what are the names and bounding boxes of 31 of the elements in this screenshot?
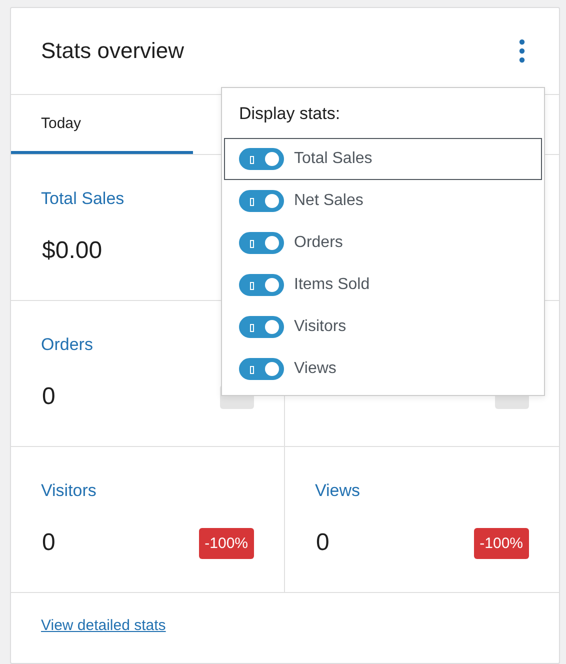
stat-label[interactable]: Visitors: [41, 481, 254, 501]
option-label: Views: [294, 360, 336, 378]
detailed-stats-link[interactable]: View detailed stats: [41, 617, 166, 634]
change-badge: -100%: [198, 528, 254, 558]
toggle-switch[interactable]: [239, 232, 284, 254]
stat-value: 0: [42, 529, 56, 557]
toggle-switch[interactable]: [239, 190, 284, 212]
change-badge: -100%: [474, 528, 529, 558]
card-title: Stats overview: [41, 38, 184, 64]
option-label: Items Sold: [294, 276, 370, 294]
toggle-switch[interactable]: [239, 148, 284, 170]
menu-option[interactable]: Visitors: [224, 306, 542, 348]
menu-option[interactable]: Items Sold: [224, 264, 542, 306]
menu-option[interactable]: Net Sales: [224, 180, 542, 222]
period-tab[interactable]: Today: [11, 95, 193, 154]
stat-value: 0: [42, 383, 56, 411]
toggle-switch[interactable]: [239, 316, 284, 338]
toggle-switch[interactable]: [239, 274, 284, 296]
stat-label[interactable]: Views: [315, 481, 529, 501]
menu-option[interactable]: Total Sales: [224, 138, 542, 180]
menu-option[interactable]: Views: [224, 348, 542, 390]
menu-option[interactable]: Orders: [224, 222, 542, 264]
option-label: Total Sales: [294, 150, 372, 168]
stat-value: $0.00: [42, 237, 102, 265]
stat-value: 0: [316, 529, 330, 557]
option-label: Net Sales: [294, 192, 364, 210]
more-options-icon[interactable]: [519, 39, 525, 63]
toggle-switch[interactable]: [239, 358, 284, 380]
menu-heading: Display stats:: [238, 103, 342, 125]
option-label: Visitors: [294, 318, 346, 336]
option-label: Orders: [294, 234, 343, 252]
